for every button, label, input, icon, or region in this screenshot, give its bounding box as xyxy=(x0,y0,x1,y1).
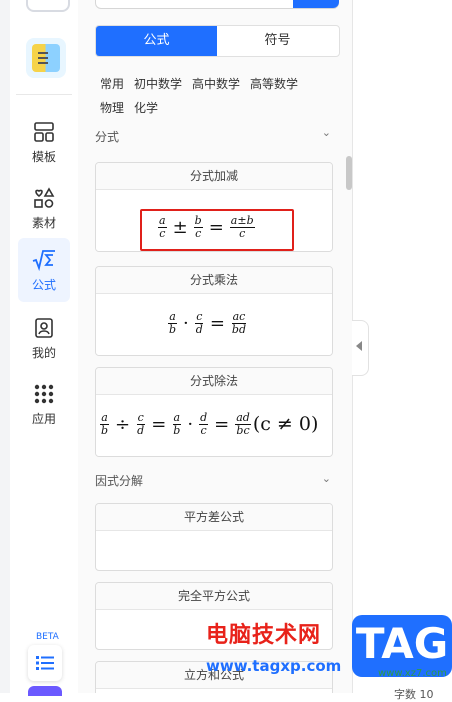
sidebar-item-formula[interactable]: 公式 xyxy=(18,238,70,302)
portrait-icon xyxy=(35,318,53,338)
category-chemistry[interactable]: 化学 xyxy=(134,96,158,120)
formula-list: 分式 ⌄ 分式加减 ac ± bc = a±b c 分式乘法 ab · c d … xyxy=(95,130,335,693)
beta-label: BETA xyxy=(36,632,59,642)
section-label: 因式分解 xyxy=(95,474,144,488)
chevron-left-icon xyxy=(356,341,362,351)
sqrt-sigma-icon xyxy=(32,250,55,272)
sidebar-item-mine[interactable]: 我的 xyxy=(18,306,70,370)
tab-formula[interactable]: 公式 xyxy=(96,26,217,56)
sidebar-item-label: 公式 xyxy=(31,278,56,292)
formula-panel: 公式 符号 常用 初中数学 高中数学 高等数学 物理 化学 分式 ⌄ 分式加减 ac ±… xyxy=(78,0,353,693)
category-junior-math[interactable]: 初中数学 xyxy=(134,72,182,96)
sidebar-item-label: 模板 xyxy=(31,150,56,164)
chevron-down-icon: ⌄ xyxy=(321,472,331,485)
word-count-status: 字数 10 xyxy=(394,688,434,701)
section-header-factorization[interactable]: 因式分解 ⌄ xyxy=(95,472,335,490)
category-senior-math[interactable]: 高中数学 xyxy=(192,72,240,96)
sidebar-item-materials[interactable]: 素材 xyxy=(18,176,70,240)
formula-card-difference-of-squares[interactable]: 平方差公式 xyxy=(95,503,333,571)
formula-fraction-div: ab ÷ cd = ab · dc = ad bc (c ≠ 0) xyxy=(100,410,319,437)
chevron-down-icon: ⌄ xyxy=(321,130,331,139)
apps-grid-icon xyxy=(34,384,54,404)
formula-card-fraction-add[interactable]: 分式加减 ac ± bc = a±b c xyxy=(95,162,333,252)
app-launcher-icon[interactable] xyxy=(26,38,66,78)
sidebar-item-template[interactable]: 模板 xyxy=(18,110,70,174)
card-title: 完全平方公式 xyxy=(96,583,332,610)
category-advanced-math[interactable]: 高等数学 xyxy=(250,72,298,96)
template-icon xyxy=(34,122,54,142)
sidebar: 模板 素材 公式 我的 应用 BETA xyxy=(10,0,79,696)
tab-switcher: 公式 符号 xyxy=(95,25,340,57)
sidebar-divider xyxy=(16,94,72,95)
watermark-text: 电脑技术网 xyxy=(206,623,322,648)
section-label: 分式 xyxy=(95,130,120,144)
ai-feature-button[interactable] xyxy=(28,686,62,696)
card-title: 分式加减 xyxy=(96,163,332,190)
logo-icon xyxy=(26,0,70,12)
collapse-panel-button[interactable] xyxy=(352,320,369,376)
formula-fraction-mul: ab · cd = ac bd xyxy=(168,309,247,336)
card-title: 分式乘法 xyxy=(96,267,332,294)
formula-fraction-add: ac ± bc = a±b c xyxy=(158,213,255,240)
formula-card-fraction-div[interactable]: 分式除法 ab ÷ cd = ab · dc = ad bc (c ≠ 0) xyxy=(95,367,333,457)
section-header-fraction[interactable]: 分式 ⌄ xyxy=(95,130,335,150)
sidebar-item-label: 我的 xyxy=(31,346,56,360)
category-list: 常用 初中数学 高中数学 高等数学 物理 化学 xyxy=(100,72,340,120)
card-title: 分式除法 xyxy=(96,368,332,395)
watermark-site: www.xz7.com xyxy=(378,668,447,679)
search-input[interactable] xyxy=(95,0,339,9)
watermark-badge-text: TAG xyxy=(355,619,449,668)
category-common[interactable]: 常用 xyxy=(100,72,124,96)
beta-feature-button[interactable] xyxy=(28,645,62,681)
watermark-url: www.tagxp.com xyxy=(206,657,342,675)
shapes-icon xyxy=(34,187,55,208)
tab-symbol[interactable]: 符号 xyxy=(217,26,338,56)
list-icon xyxy=(36,656,54,670)
scrollbar-thumb[interactable] xyxy=(346,156,352,190)
sidebar-item-label: 应用 xyxy=(31,412,56,426)
sidebar-item-label: 素材 xyxy=(31,216,56,230)
sidebar-item-apps[interactable]: 应用 xyxy=(18,372,70,436)
card-title: 平方差公式 xyxy=(96,504,332,531)
formula-card-fraction-mul[interactable]: 分式乘法 ab · cd = ac bd xyxy=(95,266,333,356)
category-physics[interactable]: 物理 xyxy=(100,96,124,120)
search-button[interactable] xyxy=(293,0,339,8)
